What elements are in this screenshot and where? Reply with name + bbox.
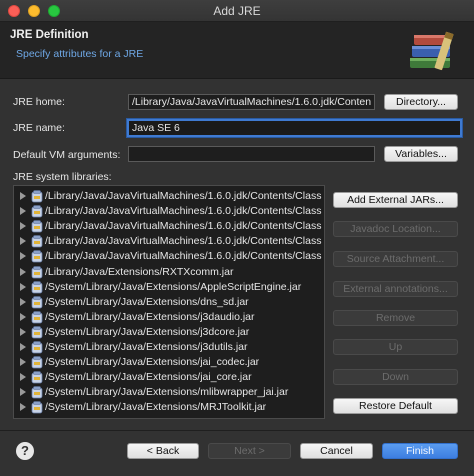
jre-home-input[interactable]: /Library/Java/JavaVirtualMachines/1.6.0.… xyxy=(128,94,375,110)
library-path: /System/Library/Java/Extensions/jai_core… xyxy=(45,371,252,384)
restore-default-button[interactable]: Restore Default xyxy=(333,398,458,414)
library-row[interactable]: /Library/Java/Extensions/RXTXcomm.jar xyxy=(14,265,324,280)
back-button[interactable]: < Back xyxy=(127,443,199,459)
expand-triangle-icon[interactable] xyxy=(20,282,26,291)
expand-triangle-icon[interactable] xyxy=(20,192,26,200)
library-path: /System/Library/Java/Extensions/mlibwrap… xyxy=(45,386,289,399)
wizard-banner: JRE Definition Specify attributes for a … xyxy=(0,22,474,79)
cancel-button[interactable]: Cancel xyxy=(300,443,373,459)
jar-icon xyxy=(31,401,43,414)
jre-name-input[interactable]: Java SE 6 xyxy=(127,119,462,137)
remove-button[interactable]: Remove xyxy=(333,310,458,326)
up-button[interactable]: Up xyxy=(333,339,458,355)
jre-name-label: JRE name: xyxy=(13,122,65,134)
library-path: /Library/Java/Extensions/RXTXcomm.jar xyxy=(45,265,234,278)
external-annotations-button[interactable]: External annotations... xyxy=(333,281,458,297)
banner-title: JRE Definition xyxy=(10,29,89,41)
library-row[interactable]: /System/Library/Java/Extensions/AppleScr… xyxy=(14,280,324,295)
system-libraries-tree[interactable]: /Library/Java/JavaVirtualMachines/1.6.0.… xyxy=(13,185,325,419)
jar-icon xyxy=(31,190,43,203)
expand-triangle-icon[interactable] xyxy=(20,373,26,382)
jar-icon xyxy=(31,280,43,293)
jar-icon xyxy=(31,356,43,369)
directory-button[interactable]: Directory... xyxy=(384,94,458,110)
expand-triangle-icon[interactable] xyxy=(20,207,26,216)
expand-triangle-icon[interactable] xyxy=(20,312,26,321)
jar-icon xyxy=(31,235,43,248)
vm-arguments-label: Default VM arguments: xyxy=(13,149,121,161)
library-row[interactable]: /Library/Java/JavaVirtualMachines/1.6.0.… xyxy=(14,219,324,234)
library-row[interactable]: /Library/Java/JavaVirtualMachines/1.6.0.… xyxy=(14,189,324,204)
books-icon xyxy=(410,31,454,71)
expand-triangle-icon[interactable] xyxy=(20,388,26,397)
add-external-jars-button[interactable]: Add External JARs... xyxy=(333,192,458,208)
jar-icon xyxy=(31,310,43,324)
library-path: /System/Library/Java/Extensions/MRJToolk… xyxy=(45,401,267,414)
library-path: /System/Library/Java/Extensions/j3dutils… xyxy=(45,341,248,353)
jar-icon xyxy=(31,326,43,339)
expand-triangle-icon[interactable] xyxy=(20,267,26,276)
library-path: /System/Library/Java/Extensions/j3dcore.… xyxy=(45,325,250,338)
jar-icon xyxy=(31,205,43,218)
library-path: /System/Library/Java/Extensions/dns_sd.j… xyxy=(45,295,249,308)
system-libraries-label: JRE system libraries: xyxy=(13,171,112,183)
jar-icon xyxy=(31,341,43,354)
library-row[interactable]: /System/Library/Java/Extensions/j3daudio… xyxy=(14,310,324,325)
library-path: /Library/Java/JavaVirtualMachines/1.6.0.… xyxy=(45,250,322,263)
vm-arguments-input[interactable] xyxy=(128,146,375,162)
jre-home-label: JRE home: xyxy=(13,96,65,108)
variables-button[interactable]: Variables... xyxy=(384,146,458,162)
jar-icon xyxy=(31,371,43,384)
window-title: Add JRE xyxy=(213,4,261,18)
javadoc-location-button[interactable]: Javadoc Location... xyxy=(333,221,458,237)
expand-triangle-icon[interactable] xyxy=(20,403,26,412)
jar-icon xyxy=(31,220,43,233)
library-row[interactable]: /Library/Java/JavaVirtualMachines/1.6.0.… xyxy=(14,234,324,249)
finish-button[interactable]: Finish xyxy=(382,443,458,459)
expand-triangle-icon[interactable] xyxy=(20,297,26,306)
jar-icon xyxy=(31,265,43,278)
jar-icon xyxy=(31,386,43,399)
footer-divider xyxy=(0,430,474,431)
jar-icon xyxy=(31,295,43,309)
library-path: /Library/Java/JavaVirtualMachines/1.6.0.… xyxy=(45,220,322,233)
library-row[interactable]: /System/Library/Java/Extensions/j3dutils… xyxy=(14,340,324,355)
library-path: /System/Library/Java/Extensions/j3daudio… xyxy=(45,310,255,323)
expand-triangle-icon[interactable] xyxy=(20,252,26,261)
library-path: /System/Library/Java/Extensions/AppleScr… xyxy=(45,280,302,293)
library-row[interactable]: /Library/Java/JavaVirtualMachines/1.6.0.… xyxy=(14,249,324,264)
down-button[interactable]: Down xyxy=(333,369,458,385)
banner-subtitle: Specify attributes for a JRE xyxy=(16,48,144,60)
next-button[interactable]: Next > xyxy=(208,443,291,459)
library-row[interactable]: /System/Library/Java/Extensions/MRJToolk… xyxy=(14,400,324,415)
expand-triangle-icon[interactable] xyxy=(20,358,26,367)
source-attachment-button[interactable]: Source Attachment... xyxy=(333,251,458,267)
expand-triangle-icon[interactable] xyxy=(20,222,26,231)
add-jre-dialog: Add JRE JRE Definition Specify attribute… xyxy=(0,0,474,476)
expand-triangle-icon[interactable] xyxy=(20,327,26,336)
library-row[interactable]: /System/Library/Java/Extensions/j3dcore.… xyxy=(14,325,324,340)
library-path: /Library/Java/JavaVirtualMachines/1.6.0.… xyxy=(45,205,322,218)
title-bar: Add JRE xyxy=(0,0,474,22)
library-path: /Library/Java/JavaVirtualMachines/1.6.0.… xyxy=(45,190,322,202)
library-row[interactable]: /System/Library/Java/Extensions/jai_core… xyxy=(14,370,324,385)
library-row[interactable]: /Library/Java/JavaVirtualMachines/1.6.0.… xyxy=(14,204,324,219)
library-row[interactable]: /System/Library/Java/Extensions/mlibwrap… xyxy=(14,385,324,400)
expand-triangle-icon[interactable] xyxy=(20,237,26,246)
jar-icon xyxy=(31,250,43,263)
help-icon[interactable]: ? xyxy=(16,442,34,460)
library-row[interactable]: /System/Library/Java/Extensions/jai_code… xyxy=(14,355,324,370)
library-path: /System/Library/Java/Extensions/jai_code… xyxy=(45,356,260,369)
library-row[interactable]: /System/Library/Java/Extensions/dns_sd.j… xyxy=(14,295,324,310)
expand-triangle-icon[interactable] xyxy=(20,343,26,351)
library-path: /Library/Java/JavaVirtualMachines/1.6.0.… xyxy=(45,235,322,248)
